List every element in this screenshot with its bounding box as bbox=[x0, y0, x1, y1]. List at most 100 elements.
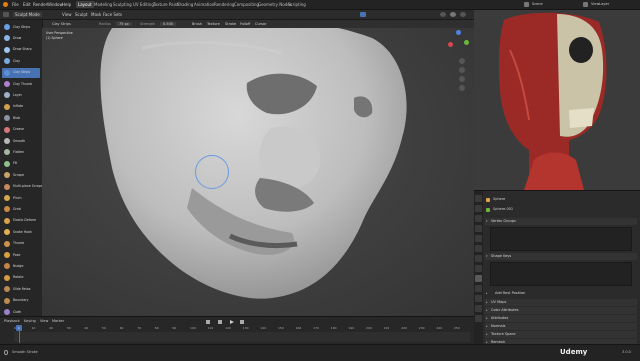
workspace-tab-layout[interactable]: Layout bbox=[76, 1, 94, 8]
navigation-gizmo[interactable] bbox=[446, 30, 470, 54]
menu-window[interactable]: Window bbox=[47, 2, 63, 7]
menu-file[interactable]: File bbox=[12, 2, 19, 7]
properties-tab-icon[interactable] bbox=[475, 305, 482, 312]
brush-item[interactable]: Rotate bbox=[2, 273, 40, 283]
brush-item[interactable]: Blob bbox=[2, 113, 40, 123]
brush-item[interactable]: Clay bbox=[2, 56, 40, 66]
properties-tab-icon[interactable] bbox=[475, 275, 482, 282]
falloff-menu[interactable]: Falloff bbox=[240, 22, 250, 26]
properties-tab-icon[interactable] bbox=[475, 285, 482, 292]
properties-section-header[interactable]: Color Attributes bbox=[485, 307, 637, 314]
mode-selector[interactable]: Sculpt Mode bbox=[13, 12, 42, 17]
brush-item[interactable]: Layer bbox=[2, 90, 40, 100]
brush-item[interactable]: Boundary bbox=[2, 296, 40, 306]
menu-help[interactable]: Help bbox=[62, 2, 71, 7]
play-icon[interactable] bbox=[230, 320, 234, 324]
timeline-view-menu[interactable]: View bbox=[40, 319, 48, 323]
menu-sculpt[interactable]: Sculpt bbox=[75, 12, 88, 17]
menu-mask[interactable]: Mask bbox=[91, 12, 101, 17]
pan-hand-icon[interactable] bbox=[459, 67, 465, 73]
strength-field[interactable]: 0.500 bbox=[160, 22, 177, 26]
brush-item[interactable]: Pinch bbox=[2, 193, 40, 203]
blender-logo-icon[interactable] bbox=[3, 2, 8, 7]
properties-tab-icon[interactable] bbox=[475, 265, 482, 272]
camera-icon[interactable] bbox=[459, 76, 465, 82]
properties-tab-icon[interactable] bbox=[475, 315, 482, 322]
editor-type-icon[interactable] bbox=[3, 12, 9, 17]
brush-item[interactable]: Grab bbox=[2, 204, 40, 214]
menu-view[interactable]: View bbox=[62, 12, 72, 17]
timeline-playback-menu[interactable]: Playback bbox=[4, 319, 20, 323]
properties-list-well[interactable] bbox=[490, 262, 632, 286]
gizmo-z-axis-icon[interactable] bbox=[456, 30, 461, 35]
brush-item[interactable]: Fill bbox=[2, 159, 40, 169]
view-layer-icon[interactable] bbox=[583, 2, 588, 7]
jump-end-icon[interactable] bbox=[240, 320, 244, 324]
gizmo-x-axis-icon[interactable] bbox=[448, 42, 453, 47]
workspace-tab-scripting[interactable]: Scripting bbox=[286, 1, 308, 8]
scene-name[interactable]: Scene bbox=[532, 2, 543, 7]
menu-face-sets[interactable]: Face Sets bbox=[103, 12, 122, 17]
brush-item[interactable]: Clay Strips bbox=[2, 67, 40, 78]
cursor-menu[interactable]: Cursor bbox=[255, 22, 267, 26]
viewport-shading-material-icon[interactable] bbox=[460, 12, 466, 17]
timeline-track[interactable] bbox=[14, 332, 470, 342]
properties-list-well[interactable] bbox=[490, 227, 632, 251]
radius-field[interactable]: 75 px bbox=[116, 22, 132, 26]
symmetry-x-button[interactable] bbox=[360, 12, 366, 17]
brush-item[interactable]: Slide Relax bbox=[2, 284, 40, 294]
jump-start-icon[interactable] bbox=[206, 320, 210, 324]
properties-section-header[interactable]: Vertex Groups bbox=[485, 218, 637, 225]
brush-item[interactable]: Multi-plane Scrape bbox=[2, 182, 43, 192]
brush-item[interactable]: Thumb bbox=[2, 239, 40, 249]
properties-section-header[interactable]: Add Rest Position bbox=[485, 290, 637, 297]
brush-menu[interactable]: Brush bbox=[192, 22, 202, 26]
timeline-keying-menu[interactable]: Keying bbox=[24, 319, 36, 323]
texture-menu[interactable]: Texture bbox=[207, 22, 220, 26]
brush-selector[interactable]: Clay Strips bbox=[52, 22, 71, 26]
properties-section-header[interactable]: Shape Keys bbox=[485, 253, 637, 260]
properties-tab-icon[interactable] bbox=[475, 295, 482, 302]
properties-tab-icon[interactable] bbox=[475, 215, 482, 222]
mesh-data-name[interactable]: Sphere.001 bbox=[493, 207, 513, 212]
menu-edit[interactable]: Edit bbox=[23, 2, 31, 7]
brush-item[interactable]: Clay Strips bbox=[2, 22, 40, 32]
menu-render[interactable]: Render bbox=[33, 2, 47, 7]
properties-tab-icon[interactable] bbox=[475, 235, 482, 242]
timeline-marker-menu[interactable]: Marker bbox=[52, 319, 64, 323]
properties-section-header[interactable]: Texture Space bbox=[485, 331, 637, 338]
object-name[interactable]: Sphere bbox=[493, 197, 505, 202]
properties-tab-icon[interactable] bbox=[475, 205, 482, 212]
brush-item[interactable]: Draw Sharp bbox=[2, 45, 40, 55]
properties-tab-icon[interactable] bbox=[475, 245, 482, 252]
play-reverse-icon[interactable] bbox=[218, 320, 222, 324]
ortho-grid-icon[interactable] bbox=[459, 85, 465, 91]
brush-item[interactable]: Crease bbox=[2, 125, 40, 135]
stroke-menu[interactable]: Stroke bbox=[225, 22, 236, 26]
viewport-shading-solid-icon[interactable] bbox=[450, 12, 456, 17]
viewport-shading-icon[interactable] bbox=[440, 12, 446, 17]
properties-section-header[interactable]: Attributes bbox=[485, 315, 637, 322]
properties-tab-icon[interactable] bbox=[475, 255, 482, 262]
view-layer-name[interactable]: ViewLayer bbox=[591, 2, 609, 7]
properties-section-header[interactable]: UV Maps bbox=[485, 299, 637, 306]
brush-item[interactable]: Scrape bbox=[2, 170, 40, 180]
properties-section-header[interactable]: Normals bbox=[485, 323, 637, 330]
brush-item[interactable]: Flatten bbox=[2, 147, 40, 157]
brush-item[interactable]: Nudge bbox=[2, 261, 40, 271]
brush-item[interactable]: Pose bbox=[2, 250, 40, 260]
reference-image-panel[interactable] bbox=[474, 10, 640, 190]
brush-item[interactable]: Snake Hook bbox=[2, 227, 40, 237]
scene-icon[interactable] bbox=[524, 2, 529, 7]
3d-viewport[interactable]: User Perspective (1) Sphere bbox=[42, 28, 474, 316]
brush-item[interactable]: Draw bbox=[2, 33, 40, 43]
gizmo-y-axis-icon[interactable] bbox=[464, 40, 469, 45]
playhead-frame[interactable]: 1 bbox=[16, 325, 22, 331]
brush-item[interactable]: Inflate bbox=[2, 102, 40, 112]
properties-tab-icon[interactable] bbox=[475, 225, 482, 232]
brush-item[interactable]: Smooth bbox=[2, 136, 40, 146]
brush-item[interactable]: Elastic Deform bbox=[2, 216, 40, 226]
properties-tab-icon[interactable] bbox=[475, 195, 482, 202]
zoom-icon[interactable] bbox=[459, 58, 465, 64]
brush-item[interactable]: Clay Thumb bbox=[2, 79, 40, 89]
